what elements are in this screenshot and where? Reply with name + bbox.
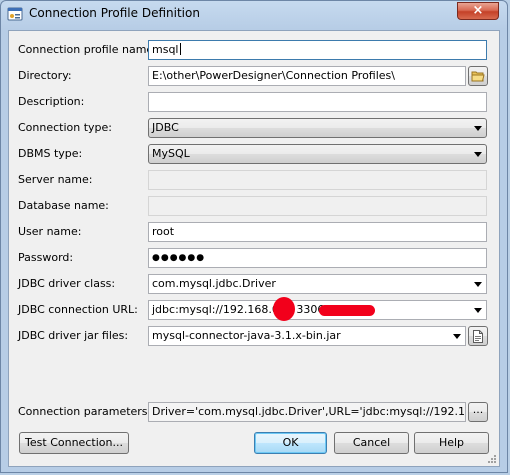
dialog-body: Connection profile name: msql Directory:… (8, 30, 500, 467)
directory-input[interactable]: E:\other\PowerDesigner\Connection Profil… (148, 66, 466, 86)
folder-open-icon (471, 71, 485, 85)
profile-name-input[interactable]: msql (148, 40, 487, 60)
resize-grip-icon[interactable] (487, 454, 497, 464)
redaction-mark-db (319, 305, 375, 316)
text-caret (179, 43, 181, 55)
jdbc-jar-label: JDBC driver jar files: (18, 329, 129, 342)
dbms-type-select[interactable]: MySQL (148, 144, 487, 164)
password-input[interactable]: ●●●●●● (148, 248, 487, 268)
connection-type-value: JDBC (152, 121, 179, 134)
connection-parameters-field[interactable]: Driver='com.mysql.jdbc.Driver',URL='jdbc… (148, 402, 466, 422)
description-input[interactable] (148, 92, 487, 112)
server-name-label: Server name: (18, 173, 93, 186)
jdbc-url-select[interactable]: jdbc:mysql://192.168.0. 3306/ (148, 300, 487, 320)
jdbc-driver-class-select[interactable]: com.mysql.jdbc.Driver (148, 274, 487, 294)
title-bar[interactable]: Connection Profile Definition × (1, 1, 507, 28)
connection-parameters-label: Connection parameters: (18, 405, 152, 418)
close-button[interactable]: × (457, 2, 499, 20)
profile-name-label: Connection profile name: (18, 43, 157, 56)
close-icon: × (472, 3, 484, 18)
redaction-mark-ip (273, 297, 295, 321)
test-connection-button[interactable]: Test Connection... (19, 432, 129, 454)
chevron-down-icon (474, 126, 482, 131)
connection-type-label: Connection type: (18, 121, 113, 134)
user-name-label: User name: (18, 225, 82, 238)
directory-label: Directory: (18, 69, 72, 82)
connection-parameters-button[interactable]: ... (468, 402, 488, 422)
user-name-input[interactable]: root (148, 222, 487, 242)
chevron-down-icon (474, 308, 482, 313)
jdbc-url-label: JDBC connection URL: (18, 303, 138, 316)
jdbc-jar-browse-button[interactable] (468, 326, 488, 346)
database-name-input (148, 196, 487, 216)
dialog-window: Connection Profile Definition × Connecti… (0, 0, 508, 473)
server-name-input (148, 170, 487, 190)
directory-browse-button[interactable] (468, 66, 488, 86)
connection-type-select[interactable]: JDBC (148, 118, 487, 138)
jdbc-driver-class-label: JDBC driver class: (18, 277, 116, 290)
window-title: Connection Profile Definition (29, 6, 200, 20)
dbms-type-label: DBMS type: (18, 147, 83, 160)
jdbc-jar-select[interactable]: mysql-connector-java-3.1.x-bin.jar (148, 326, 466, 346)
jdbc-driver-class-value: com.mysql.jdbc.Driver (152, 277, 276, 290)
jdbc-jar-value: mysql-connector-java-3.1.x-bin.jar (152, 329, 341, 342)
dbms-type-value: MySQL (152, 147, 190, 160)
chevron-down-icon (474, 152, 482, 157)
chevron-down-icon (453, 334, 461, 339)
description-label: Description: (18, 95, 85, 108)
chevron-down-icon (474, 282, 482, 287)
database-name-label: Database name: (18, 199, 109, 212)
cancel-button[interactable]: Cancel (334, 432, 409, 454)
ok-button[interactable]: OK (254, 432, 327, 454)
password-label: Password: (18, 251, 74, 264)
document-icon (472, 330, 484, 346)
connection-profile-icon (7, 6, 23, 22)
help-button[interactable]: Help (414, 432, 489, 454)
jdbc-url-value-prefix: jdbc:mysql://192.168.0. (152, 303, 283, 316)
profile-name-value: msql (152, 43, 179, 56)
